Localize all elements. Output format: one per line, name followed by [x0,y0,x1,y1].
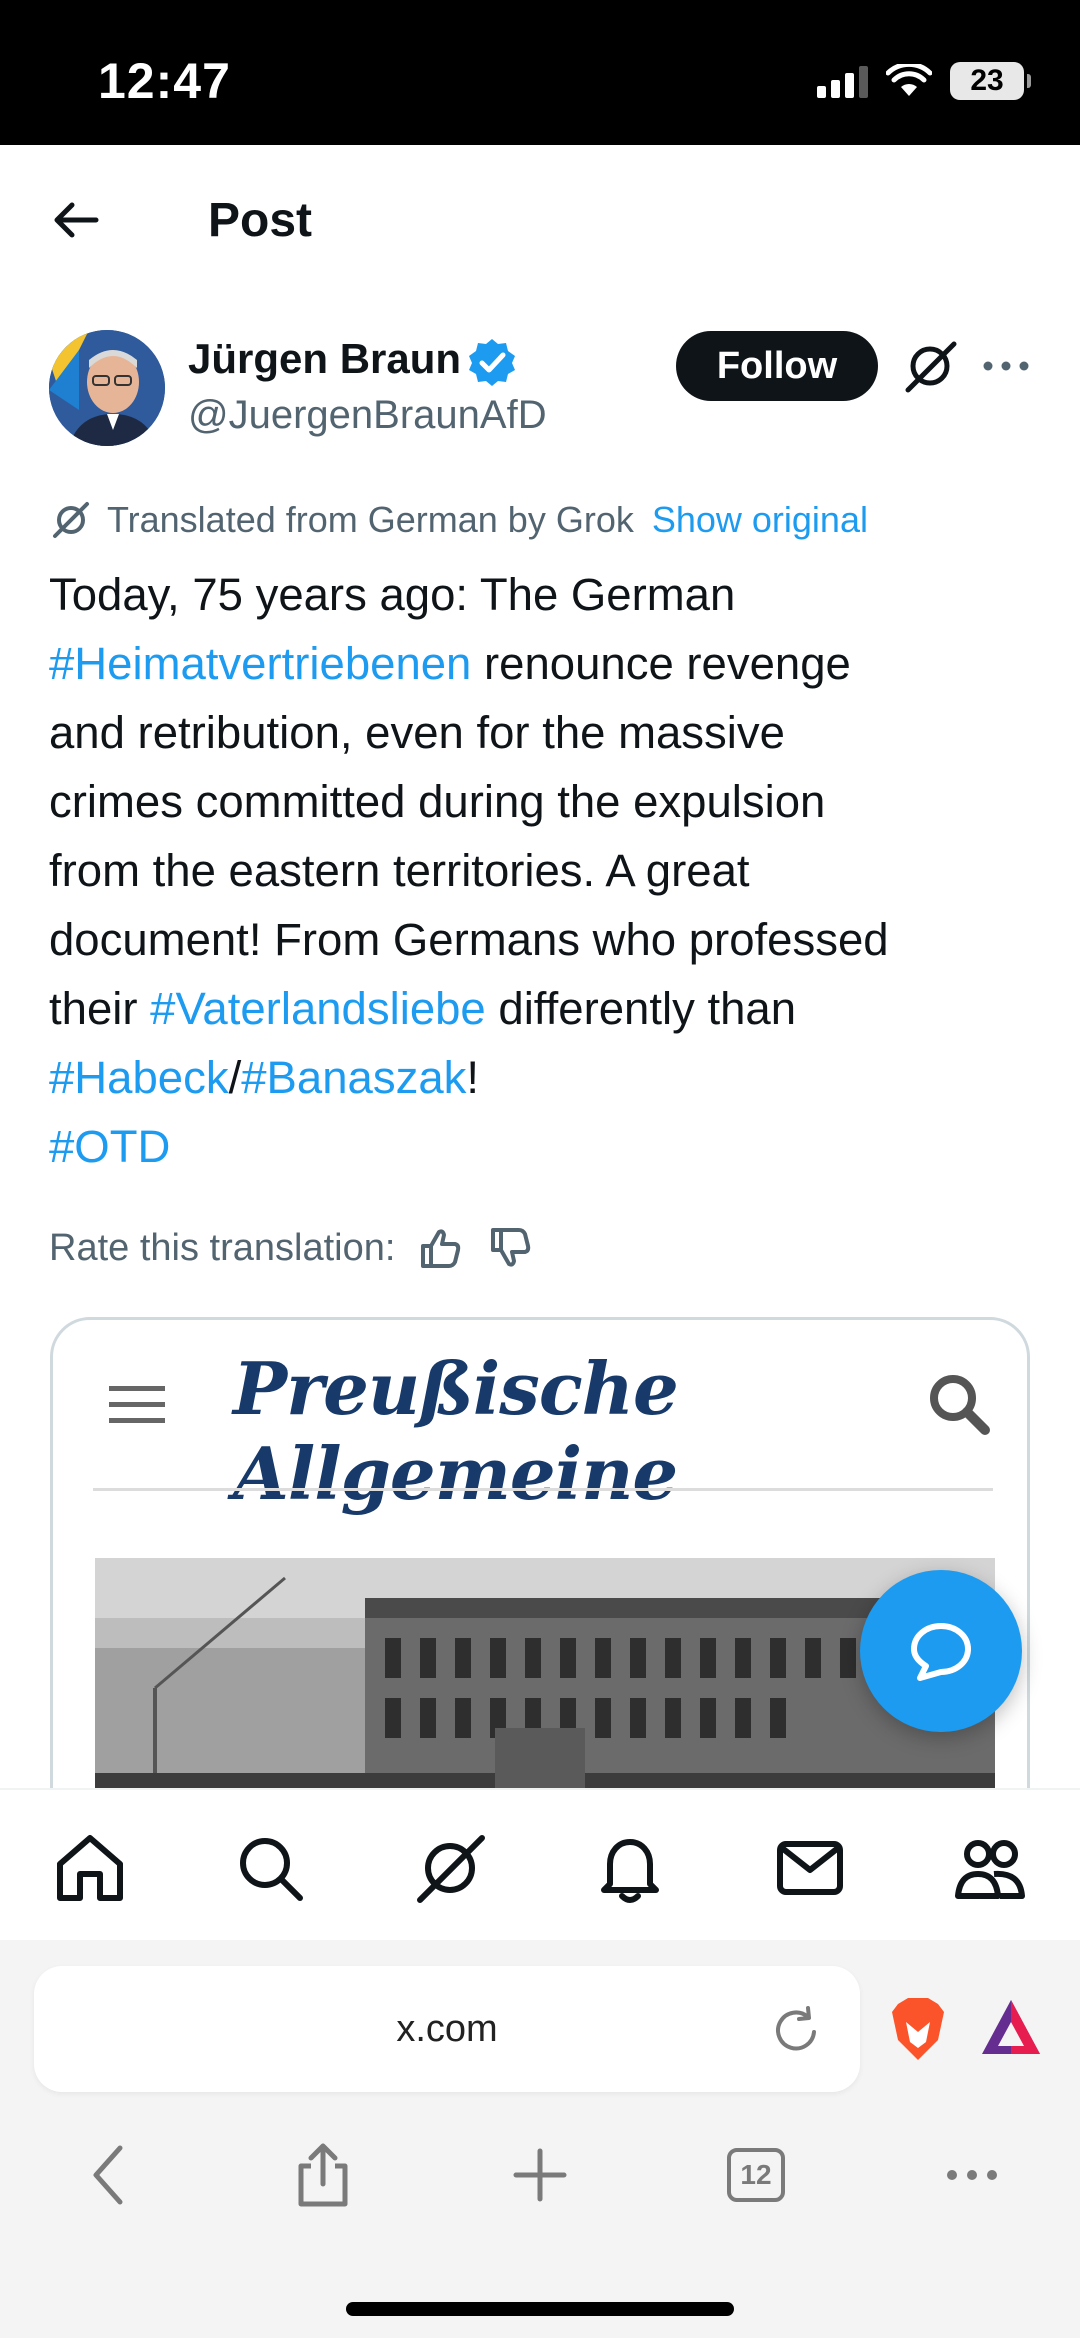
rewards-triangle-icon[interactable] [978,1996,1044,2058]
grok-icon[interactable] [900,336,960,396]
reload-icon[interactable] [768,2002,824,2058]
follow-button[interactable]: Follow [676,331,878,401]
bottom-navigation [0,1788,1080,1938]
status-time: 12:47 [98,53,231,109]
messages-icon[interactable] [770,1828,850,1908]
wifi-icon [886,64,932,96]
hashtag-link[interactable]: #OTD [49,1121,170,1172]
post-text: Today, 75 years ago: The German #Heimatv… [49,560,1039,1181]
search-icon[interactable] [230,1828,310,1908]
show-original-link[interactable]: Show original [652,499,868,541]
share-button[interactable] [286,2138,360,2212]
more-options-icon [947,2170,997,2180]
translation-label: Translated from German by Grok [107,499,634,540]
thumbs-down-icon[interactable] [483,1222,535,1274]
url-text: x.com [396,2008,498,2050]
battery-icon: 23 [950,62,1031,100]
media-card[interactable]: Preußische Allgemeine [50,1317,1030,1837]
cellular-signal-icon [817,64,868,98]
back-button[interactable] [72,2138,146,2212]
home-indicator[interactable] [346,2302,734,2316]
translation-notice: Translated from German by Grok Show orig… [49,498,868,542]
post-text-segment: ! [466,1052,480,1103]
browser-menu-button[interactable] [935,2138,1009,2212]
tabs-button[interactable]: 12 [719,2138,793,2212]
brave-lion-icon[interactable] [888,1994,948,2064]
post-text-segment: / [228,1052,242,1103]
post-text-segment: Today, 75 years ago: The German [49,569,736,620]
grok-icon[interactable] [410,1828,490,1908]
author-name[interactable]: Jürgen Braun [188,335,461,383]
plus-icon [513,2148,567,2202]
rate-label: Rate this translation: [49,1226,396,1269]
chevron-left-icon [93,2145,123,2205]
hashtag-link[interactable]: #Habeck [49,1052,229,1103]
verified-badge-icon [469,339,515,386]
post-text-segment: renounce revenge and retribution, even f… [49,638,889,1034]
status-icons: 23 [817,62,1031,100]
address-bar[interactable]: x.com [34,1966,860,2092]
rate-translation: Rate this translation: [49,1222,535,1274]
tab-count: 12 [727,2148,785,2202]
back-arrow-icon[interactable] [46,190,106,250]
search-icon [930,1375,990,1435]
post-text-segment: differently than [498,983,797,1034]
notifications-icon[interactable] [590,1828,670,1908]
hamburger-menu-icon [109,1386,165,1423]
thumbs-up-icon[interactable] [413,1222,465,1274]
avatar[interactable] [49,330,165,446]
home-icon[interactable] [50,1828,130,1908]
hashtag-link[interactable]: #Vaterlandsliebe [150,983,486,1034]
chat-bubble-icon [911,1623,971,1681]
status-bar: 12:47 23 [0,0,1080,145]
compose-reply-button[interactable] [860,1570,1022,1732]
hashtag-link[interactable]: #Heimatvertriebenen [49,638,471,689]
hashtag-link[interactable]: #Banaszak [241,1052,466,1103]
share-icon [298,2143,348,2207]
new-tab-button[interactable] [503,2138,577,2212]
page-title: Post [208,194,313,247]
browser-toolbar: x.com 12 [0,1940,1080,2338]
card-divider [93,1488,993,1491]
post-header: Post [0,145,1080,295]
grok-icon [53,502,89,538]
more-options-icon[interactable] [976,336,1036,396]
communities-icon[interactable] [950,1828,1030,1908]
author-handle[interactable]: @JuergenBraunAfD [188,393,547,438]
